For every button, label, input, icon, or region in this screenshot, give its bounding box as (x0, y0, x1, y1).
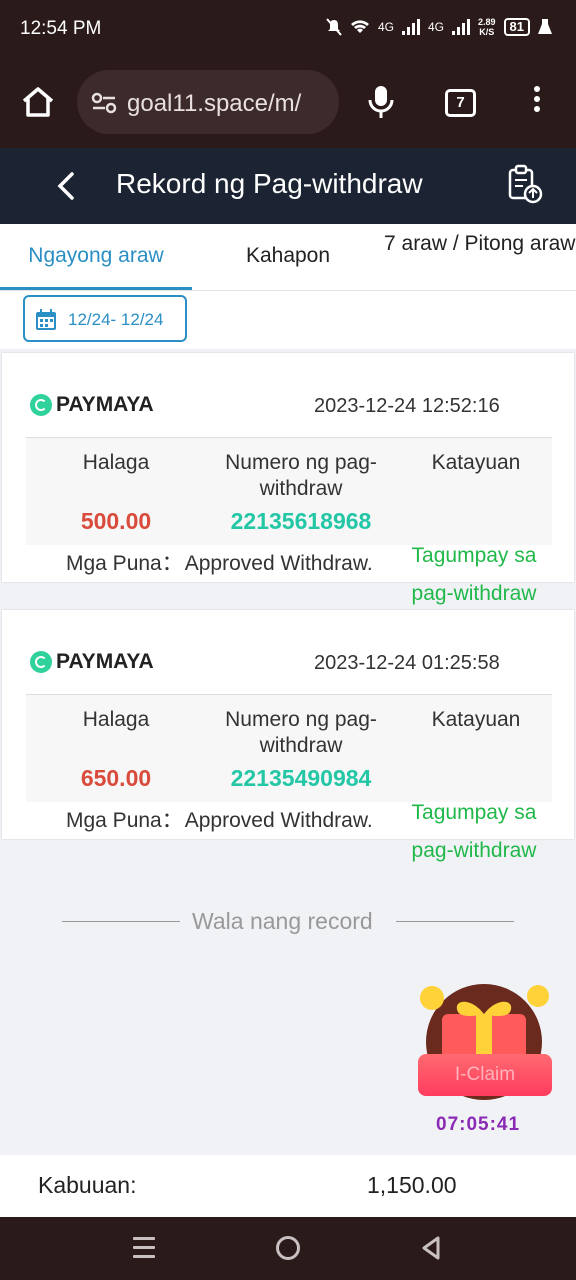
site-settings-icon[interactable] (91, 92, 117, 114)
record-datetime: 2023-12-24 01:25:58 (314, 652, 500, 674)
recents-icon[interactable] (133, 1237, 155, 1264)
amount-header: Halaga (82, 451, 150, 474)
system-nav-bar (0, 1217, 576, 1280)
payment-method-name: PAYMAYA (56, 393, 154, 416)
record-status: Tagumpay sa pag-withdraw (411, 801, 537, 862)
back-triangle-icon[interactable] (420, 1235, 442, 1261)
remark-label: Mga Puna： (66, 552, 183, 575)
record-number: 22135618968 (230, 508, 372, 534)
divider (396, 921, 514, 922)
clipboard-upload-icon[interactable] (506, 164, 544, 204)
page-header: Rekord ng Pag-withdraw (0, 148, 576, 224)
status-time: 12:54 PM (20, 18, 102, 39)
floating-gift-promo[interactable]: I-Claim 07:05:41 (414, 980, 554, 1140)
total-amount: 1,150.00 (367, 1172, 457, 1198)
microphone-icon[interactable] (366, 84, 396, 120)
battery-indicator: 81 (503, 18, 530, 36)
remark-text: Approved Withdraw. (184, 809, 373, 832)
status-bar: 12:54 PM 4G 4G 2.89 K/S 81 (0, 0, 576, 58)
payment-method: PAYMAYA (30, 650, 154, 674)
date-range-button[interactable]: 12/24- 12/24 (23, 295, 187, 342)
url-text: goal11.space/m/ (127, 90, 302, 117)
record-remark: Mga Puna：Approved Withdraw. (64, 547, 373, 577)
record-remark: Mga Puna：Approved Withdraw. (64, 804, 373, 834)
record-details: Halaga Numero ng pag-withdraw Katayuan 6… (26, 694, 552, 802)
amount-header: Halaga (82, 708, 150, 731)
home-icon[interactable] (20, 84, 56, 120)
record-number: 22135490984 (230, 765, 372, 791)
network-type-2: 4G (427, 20, 444, 34)
flask-icon (538, 19, 552, 34)
network-speed: 2.89 K/S (478, 17, 496, 37)
signal-icon-2 (452, 19, 470, 35)
more-options-icon[interactable] (532, 86, 542, 118)
signal-icon (401, 19, 420, 35)
promo-countdown: 07:05:41 (436, 1114, 521, 1135)
wifi-icon (350, 20, 369, 33)
total-bar: Kabuuan: 1,150.00 (0, 1155, 576, 1217)
address-bar[interactable]: goal11.space/m/ (77, 70, 339, 134)
record-amount: 650.00 (80, 765, 152, 791)
tab-today[interactable]: Ngayong araw (0, 224, 192, 290)
no-more-records: Wala nang record (62, 906, 514, 936)
home-circle-icon[interactable] (276, 1236, 300, 1260)
payment-method-name: PAYMAYA (56, 650, 154, 673)
withdraw-number-header: Numero ng pag-withdraw (225, 451, 377, 500)
record-datetime: 2023-12-24 12:52:16 (314, 395, 500, 417)
record-amount: 500.00 (80, 508, 152, 534)
page-title: Rekord ng Pag-withdraw (116, 168, 423, 199)
payment-method: PAYMAYA (30, 393, 154, 417)
remark-text: Approved Withdraw. (184, 552, 373, 575)
withdraw-number-header: Numero ng pag-withdraw (225, 708, 377, 757)
date-tabs: Ngayong araw Kahapon 7 araw / Pitong ara… (0, 224, 576, 291)
status-icons: 4G 4G 2.89 K/S 81 (326, 17, 552, 37)
divider (62, 921, 180, 922)
mute-icon (326, 18, 342, 36)
claim-button[interactable]: I-Claim (418, 1054, 552, 1096)
tab-yesterday[interactable]: Kahapon (192, 224, 384, 290)
status-header: Katayuan (431, 708, 521, 731)
date-range-text: 12/24- 12/24 (68, 310, 164, 329)
back-arrow-icon[interactable] (52, 168, 82, 204)
network-type-1: 4G (377, 20, 394, 34)
tab-switcher-button[interactable]: 7 (445, 89, 476, 117)
record-status: Tagumpay sa pag-withdraw (411, 544, 537, 605)
paymaya-logo-icon (30, 394, 52, 416)
total-label: Kabuuan: (38, 1172, 137, 1198)
filter-row: 12/24- 12/24 (0, 291, 576, 349)
record-details: Halaga Numero ng pag-withdraw Katayuan 5… (26, 437, 552, 545)
paymaya-logo-icon (30, 651, 52, 673)
status-header: Katayuan (431, 451, 521, 474)
remark-label: Mga Puna： (66, 809, 183, 832)
calendar-icon (36, 309, 56, 330)
browser-toolbar: goal11.space/m/ 7 (0, 58, 576, 148)
tab-seven-days[interactable]: 7 araw / Pitong araw (384, 224, 576, 290)
no-more-records-text: Wala nang record (192, 908, 373, 934)
